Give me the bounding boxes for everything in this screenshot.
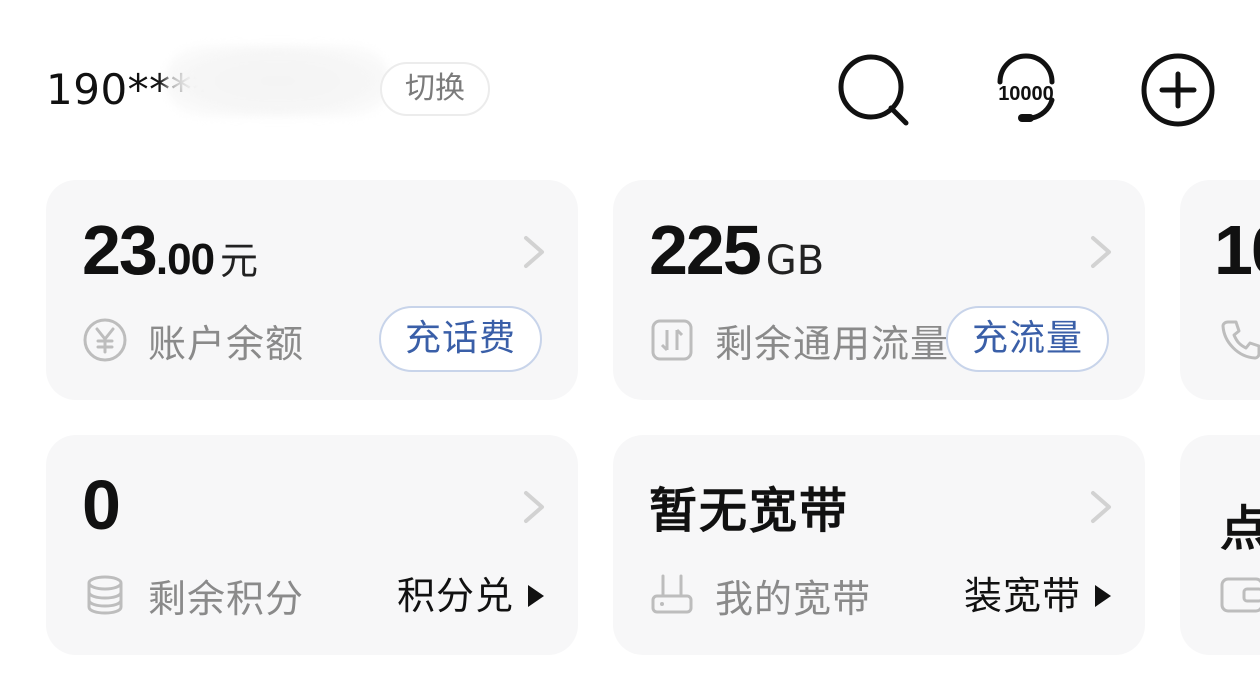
- chevron-right-icon: [1087, 232, 1115, 272]
- redacted-area: [165, 45, 390, 117]
- call-minutes-value: 10: [1214, 211, 1260, 289]
- balance-value: 23.00 元: [82, 211, 259, 289]
- data-card[interactable]: 225 GB 剩余通用流量 充流量: [613, 180, 1145, 400]
- switch-account-button[interactable]: 切换: [380, 62, 490, 116]
- chevron-right-icon: [520, 232, 548, 272]
- search-icon[interactable]: [836, 52, 912, 128]
- install-broadband-link[interactable]: 装宽带: [964, 571, 1111, 621]
- add-circle-icon[interactable]: [1140, 52, 1216, 128]
- broadband-label: 我的宽带: [715, 576, 872, 621]
- play-arrow-icon: [1095, 585, 1111, 607]
- balance-label: 账户余额: [148, 321, 305, 366]
- svg-text:10000: 10000: [998, 83, 1054, 105]
- points-card[interactable]: 0 剩余积分 积分兑: [46, 435, 578, 655]
- redeem-points-link[interactable]: 积分兑: [397, 571, 544, 621]
- recharge-data-button[interactable]: 充流量: [945, 306, 1109, 372]
- chevron-right-icon: [520, 487, 548, 527]
- wallet-icon: [1218, 571, 1260, 617]
- broadband-status: 暂无宽带: [649, 483, 850, 539]
- peek-card-bottom-partial[interactable]: 点: [1180, 435, 1260, 655]
- balance-card[interactable]: 23.00 元 账户余额 充话费: [46, 180, 578, 400]
- yuan-icon: [82, 317, 128, 363]
- call-minutes-card-partial[interactable]: 10: [1180, 180, 1260, 400]
- router-icon: [649, 572, 695, 618]
- broadband-card[interactable]: 暂无宽带 我的宽带 装宽带: [613, 435, 1145, 655]
- chevron-right-icon: [1087, 487, 1115, 527]
- peek-bottom-text: 点: [1220, 501, 1260, 557]
- points-value: 0: [82, 466, 121, 544]
- phone-icon: [1218, 316, 1260, 362]
- data-label: 剩余通用流量: [715, 321, 950, 366]
- points-label: 剩余积分: [148, 576, 305, 621]
- data-value: 225 GB: [649, 211, 825, 289]
- top-header: 190**** 切换 10000: [0, 0, 1260, 170]
- customer-service-10000-icon[interactable]: 10000: [988, 52, 1064, 128]
- data-traffic-icon: [649, 317, 695, 363]
- install-broadband-label: 装宽带: [963, 574, 1081, 618]
- redeem-points-label: 积分兑: [396, 574, 514, 618]
- play-arrow-icon: [528, 585, 544, 607]
- coins-stack-icon: [82, 572, 128, 618]
- recharge-phone-button[interactable]: 充话费: [378, 306, 542, 372]
